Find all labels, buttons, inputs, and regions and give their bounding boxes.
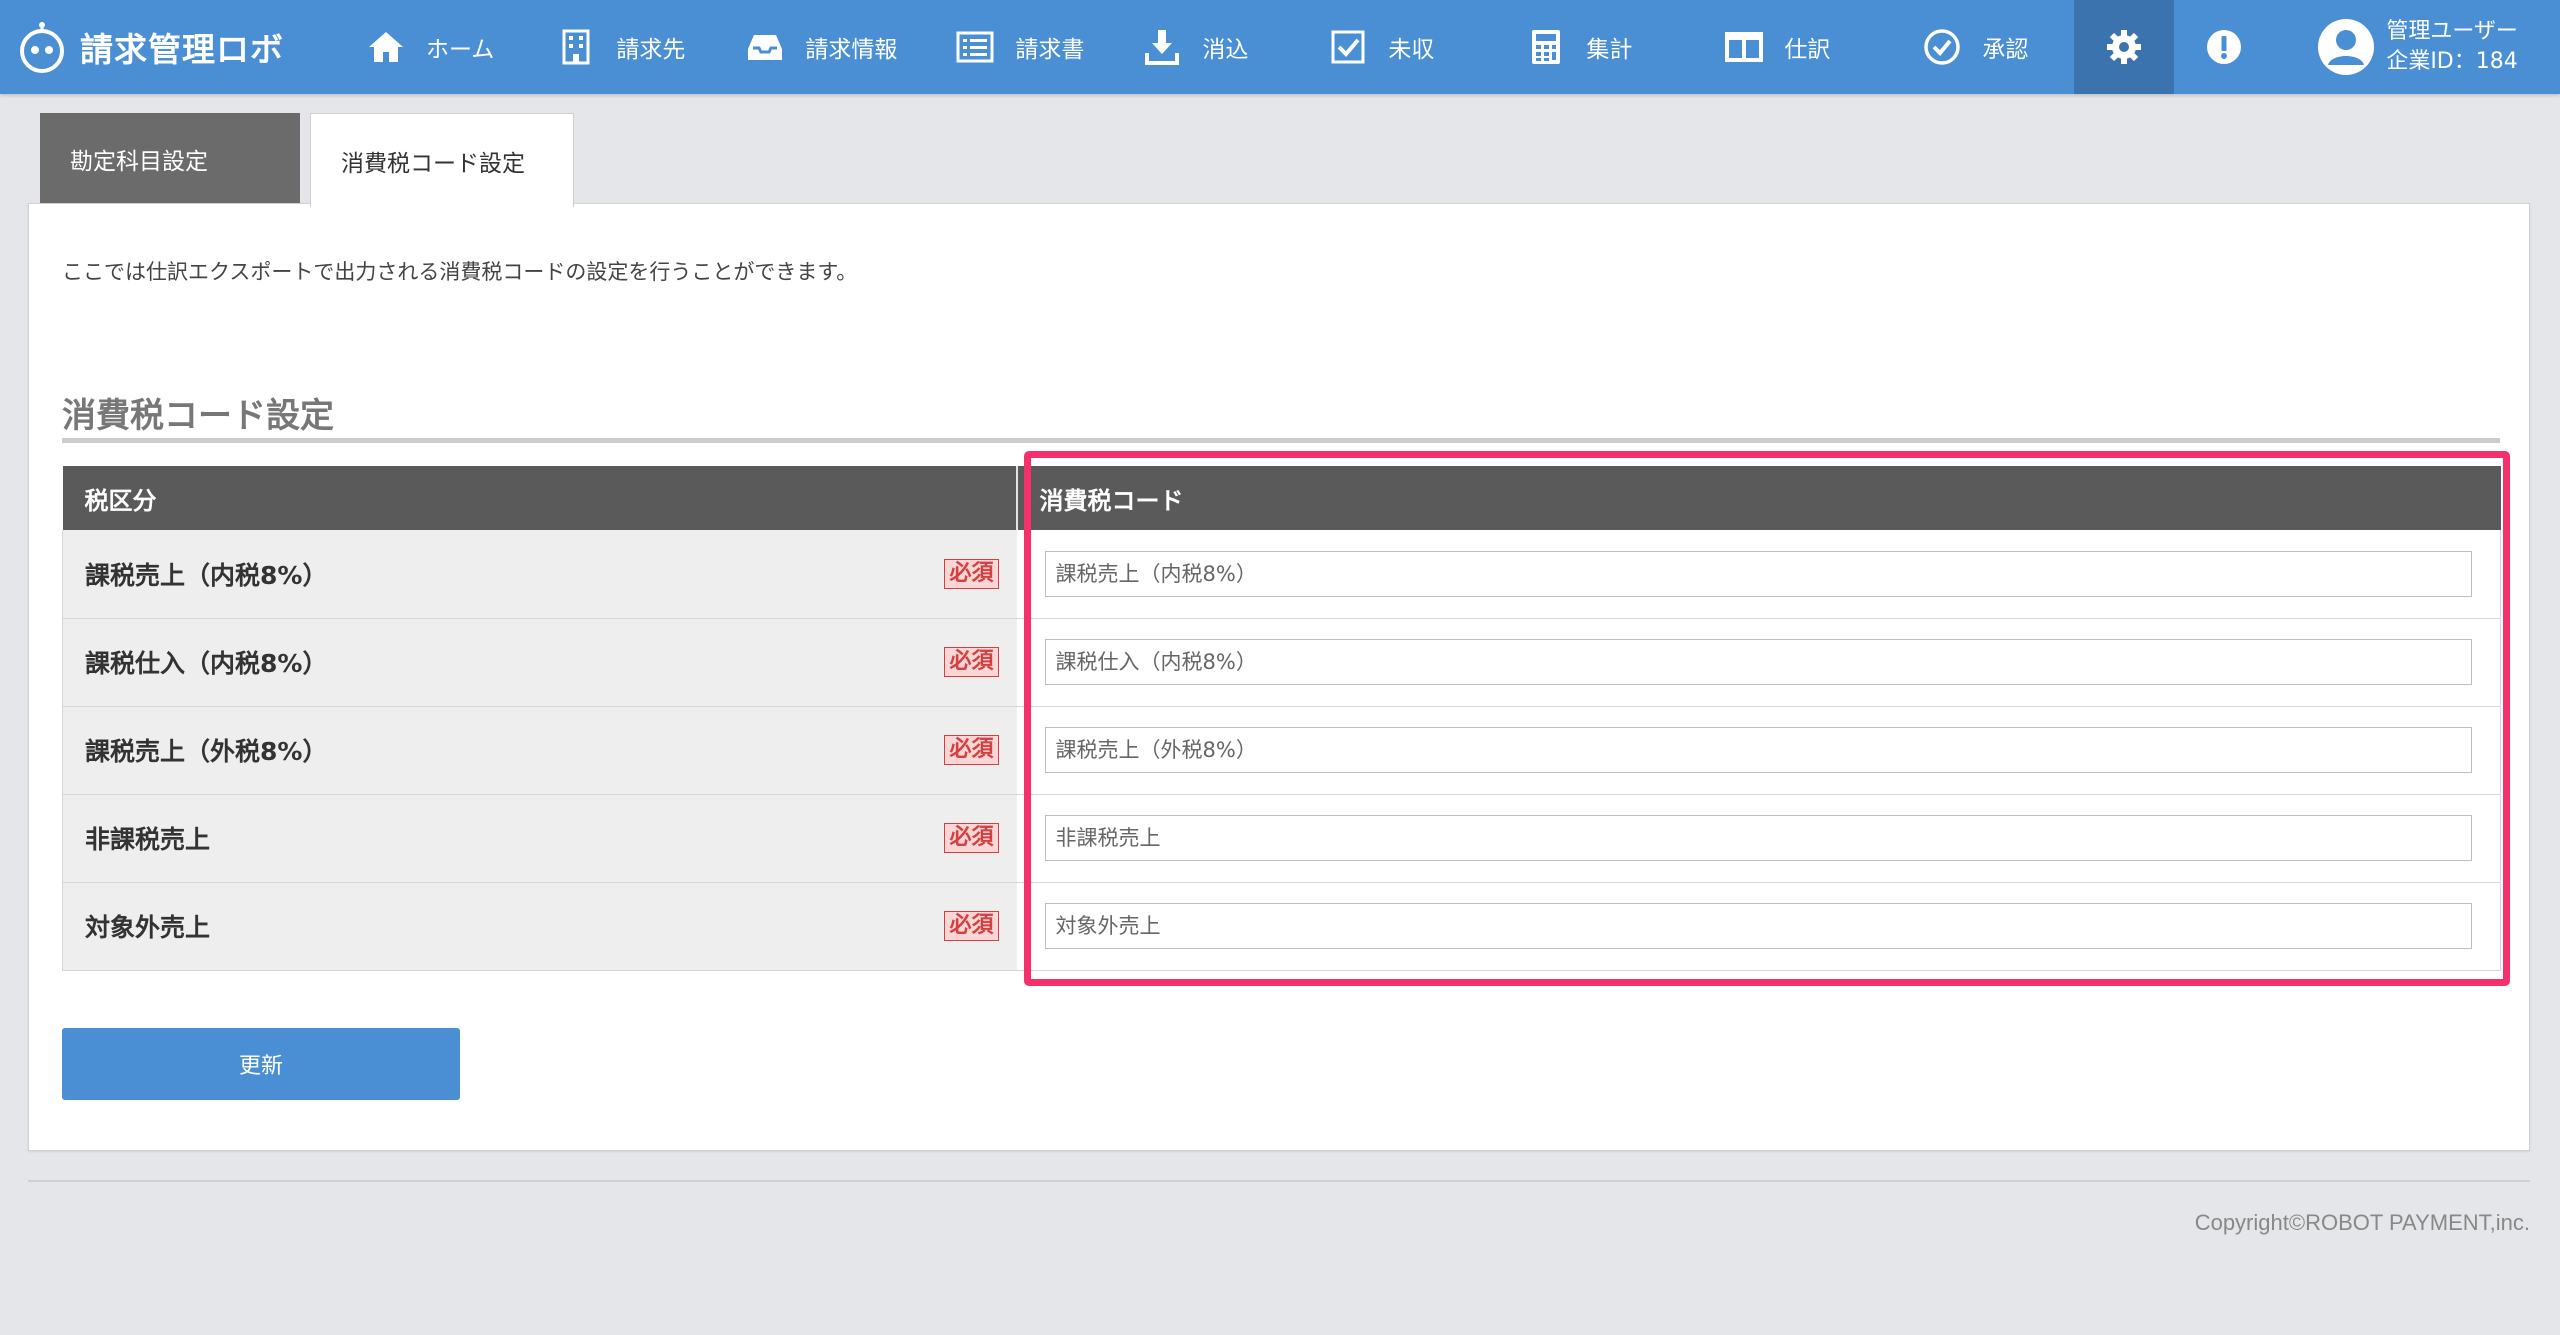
tax-code-input[interactable] [1044, 815, 2472, 861]
nav-item-billing-destination[interactable]: 請求先 [556, 0, 685, 94]
company-id: 企業ID：184 [2386, 49, 2518, 74]
check-circle-icon [1924, 29, 1961, 65]
nav-label: 未収 [1388, 37, 1435, 63]
nav-label: 集計 [1586, 37, 1633, 63]
tax-code-input[interactable] [1044, 639, 2472, 685]
columns-icon [1725, 32, 1764, 62]
download-icon [1145, 30, 1180, 65]
tax-code-input[interactable] [1044, 550, 2472, 597]
required-badge: 必須 [944, 558, 999, 589]
nav-label: 請求書 [1015, 37, 1085, 63]
nav-item-invoice[interactable]: 請求書 [955, 0, 1084, 94]
nav-item-home[interactable]: ホーム [366, 0, 494, 94]
nav-item-journal[interactable]: 仕訳 [1724, 0, 1830, 94]
page-description: ここでは仕訳エクスポートで出力される消費税コードの設定を行うことができます。 [62, 260, 858, 284]
logo[interactable]: 請求管理ロボ [16, 21, 326, 73]
nav-item-approval[interactable]: 承認 [1922, 0, 2028, 94]
tab-account-settings[interactable]: 勘定科目設定 [40, 113, 300, 205]
gear-icon [2107, 30, 2142, 64]
nav-label: 請求先 [616, 37, 686, 63]
nav-label: 仕訳 [1784, 37, 1831, 63]
copyright-text: Copyright©ROBOT PAYMENT,inc. [2194, 1210, 2530, 1235]
nav-item-unpaid[interactable]: 未収 [1328, 0, 1434, 94]
table-row: 課税売上（外税8%） 必須 [62, 706, 2501, 795]
nav-label: 承認 [1982, 37, 2029, 63]
row-label: 非課税売上 [85, 825, 211, 854]
nav-label: ホーム [426, 37, 495, 63]
tax-code-input[interactable] [1044, 727, 2472, 773]
user-name: 管理ユーザー [2386, 19, 2518, 44]
required-badge: 必須 [944, 823, 999, 853]
home-icon [369, 32, 403, 62]
user-menu[interactable]: 管理ユーザー 企業ID：184 [2316, 17, 2518, 77]
top-navbar: 請求管理ロボ ホーム 請求先 請求情報 請求書 消込 未収 集計 仕訳 承認 管… [0, 0, 2560, 94]
robot-logo-icon [20, 22, 64, 73]
row-label: 課税売上（外税8%） [85, 737, 328, 766]
checkbox-icon [1331, 30, 1365, 64]
nav-item-aggregate[interactable]: 集計 [1526, 0, 1632, 94]
tax-code-input[interactable] [1044, 903, 2472, 949]
table-row: 課税仕入（内税8%） 必須 [62, 618, 2501, 707]
required-badge: 必須 [944, 735, 999, 765]
section-divider [62, 438, 2500, 443]
inbox-icon [748, 35, 783, 60]
content-panel: ここでは仕訳エクスポートで出力される消費税コードの設定を行うことができます。 消… [28, 203, 2530, 1151]
table-row: 非課税売上 必須 [62, 794, 2501, 883]
footer-divider [28, 1180, 2530, 1182]
settings-button[interactable] [2074, 0, 2175, 94]
table-row: 課税売上（内税8%） 必須 [62, 530, 2501, 619]
table-row: 対象外売上 必須 [62, 882, 2501, 971]
required-badge: 必須 [944, 911, 999, 941]
nav-label: 請求情報 [805, 37, 898, 63]
section-title: 消費税コード設定 [62, 396, 334, 436]
user-avatar-icon [2318, 19, 2375, 75]
column-header-tax-code: 消費税コード [1016, 466, 2501, 530]
building-icon [562, 29, 590, 65]
tab-tax-code-settings[interactable]: 消費税コード設定 [310, 113, 574, 207]
list-icon [956, 31, 994, 63]
calculator-icon [1532, 30, 1561, 64]
nav-item-billing-info[interactable]: 請求情報 [745, 0, 897, 94]
exclamation-icon [2207, 30, 2242, 64]
required-badge: 必須 [944, 647, 999, 677]
tax-code-table: 税区分 消費税コード 課税売上（内税8%） 必須 課税仕入（内税8%） 必須 課税売… [62, 466, 2501, 971]
row-label: 対象外売上 [85, 913, 211, 942]
nav-label: 消込 [1202, 37, 1249, 63]
row-label: 課税売上（内税8%） [85, 560, 328, 590]
nav-item-reconcile[interactable]: 消込 [1142, 0, 1248, 94]
alert-button[interactable] [2174, 0, 2274, 94]
column-header-tax-category: 税区分 [62, 466, 1018, 530]
update-button[interactable]: 更新 [62, 1028, 460, 1100]
row-label: 課税仕入（内税8%） [85, 649, 328, 678]
logo-text: 請求管理ロボ [80, 30, 284, 69]
